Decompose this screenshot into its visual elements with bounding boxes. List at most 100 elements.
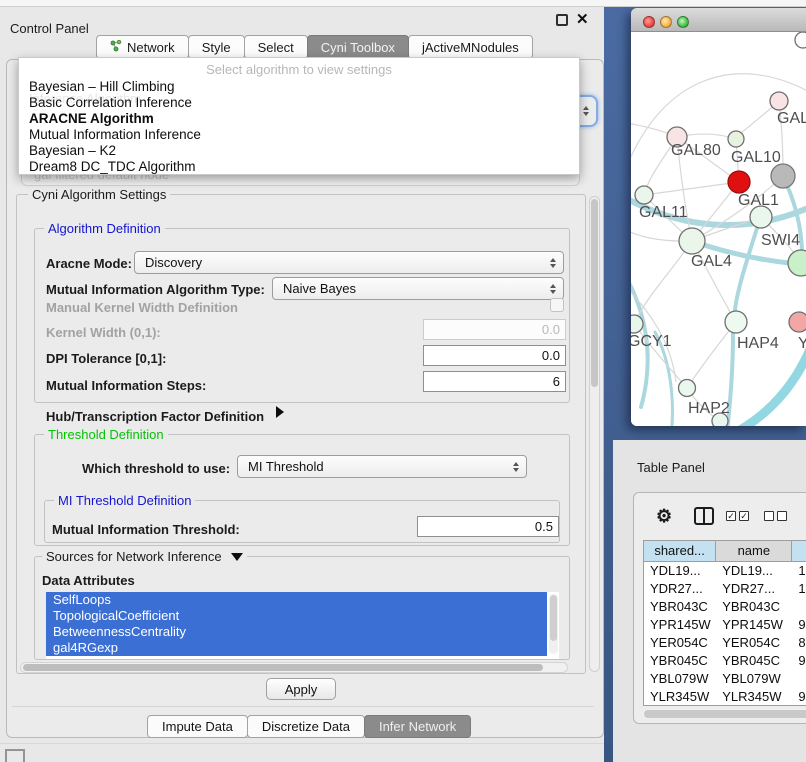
node-label-gal80: GAL80 [671, 142, 721, 160]
manual-kernel-label: Manual Kernel Width Definition [46, 300, 238, 315]
table-row[interactable]: YDL19...YDL19...13 [644, 562, 806, 580]
network-node[interactable] [795, 32, 806, 48]
scrollbar-thumb[interactable] [23, 664, 543, 671]
node-label-swi4: SWI4 [761, 232, 800, 250]
dpi-tolerance-input[interactable]: 0.0 [423, 345, 566, 366]
close-icon[interactable]: ✕ [576, 10, 589, 28]
list-item-topologicalcoefficient[interactable]: TopologicalCoefficient [46, 608, 547, 624]
zoom-traffic-light[interactable] [677, 16, 689, 28]
table-row[interactable]: YPR145WYPR145W9. [644, 616, 806, 634]
tab-infer-network[interactable]: Infer Network [364, 715, 471, 738]
float-panel-icon[interactable] [556, 14, 568, 26]
column-header-name[interactable]: name [716, 541, 792, 561]
mi-threshold-label: Mutual Information Threshold: [52, 522, 240, 537]
checked-checkbox-icon: ✓ [726, 511, 736, 521]
inference-algorithm-ghost-label: Inference Algorithm [29, 91, 141, 106]
settings-horizontal-scrollbar[interactable] [20, 662, 568, 673]
node-label-hap4: HAP4 [737, 335, 779, 353]
mi-type-combo[interactable]: Naive Bayes [272, 277, 564, 300]
manual-kernel-checkbox[interactable] [550, 298, 564, 312]
gear-icon[interactable]: ⚙ [656, 507, 672, 525]
list-scrollbar[interactable] [549, 594, 558, 654]
collapse-icon[interactable] [231, 553, 243, 561]
tab-cyni-toolbox[interactable]: Cyni Toolbox [307, 35, 409, 59]
tab-impute-data[interactable]: Impute Data [147, 715, 248, 738]
table-header-row: shared... name A [644, 541, 806, 562]
network-node-gal10[interactable] [728, 131, 744, 147]
apply-button[interactable]: Apply [266, 678, 336, 700]
dpi-tolerance-label: DPI Tolerance [0,1]: [46, 351, 166, 366]
network-node-hap4[interactable] [725, 311, 747, 333]
table-row[interactable]: YBR045CYBR045C9. [644, 652, 806, 670]
kernel-width-label: Kernel Width (0,1): [46, 325, 161, 340]
mi-steps-label: Mutual Information Steps: [46, 378, 206, 393]
network-node-gal11[interactable] [635, 186, 653, 204]
node-label-y-clipped: Y [798, 335, 806, 353]
algorithm-definition-title: Algorithm Definition [44, 221, 165, 236]
select-all-checkboxes-icon[interactable]: ✓ ✓ [726, 511, 749, 521]
table-row[interactable]: YBL079WYBL079W [644, 670, 806, 688]
table-subpanel: ⚙ ✓ ✓ shared... name A YDL19...YDL19...1… [633, 492, 806, 724]
network-window-titlebar[interactable] [631, 8, 806, 32]
unchecked-checkbox-icon [764, 511, 774, 521]
algorithm-dropdown-popup: Inference Algorithm Select algorithm to … [18, 57, 580, 175]
which-threshold-combo[interactable]: MI Threshold [237, 455, 527, 478]
control-panel-tabs: Network Style Select Cyni Toolbox jActiv… [96, 35, 532, 59]
network-node-gray[interactable] [771, 164, 795, 188]
list-item-betweennesscentrality[interactable]: BetweennessCentrality [46, 624, 547, 640]
deselect-all-checkboxes-icon[interactable] [764, 511, 787, 521]
tab-select[interactable]: Select [244, 35, 308, 59]
stepper-icon [513, 462, 519, 472]
settings-vertical-scrollbar[interactable] [589, 196, 600, 672]
kernel-width-input[interactable]: 0.0 [423, 319, 566, 340]
stepper-icon [550, 258, 556, 268]
scrollbar-thumb[interactable] [550, 595, 557, 641]
algo-option-dream8[interactable]: Dream8 DC_TDC Algorithm [19, 159, 579, 175]
algo-option-mutual-information[interactable]: Mutual Information Inference [19, 127, 579, 143]
column-layout-icon[interactable] [694, 507, 714, 525]
table-row[interactable]: YER054CYER054C8. [644, 634, 806, 652]
dock-panel-icon[interactable] [5, 749, 25, 762]
close-traffic-light[interactable] [643, 16, 655, 28]
tab-network[interactable]: Network [96, 35, 189, 59]
table-row[interactable]: YDR27...YDR27...12 [644, 580, 806, 598]
which-threshold-label: Which threshold to use: [82, 461, 230, 476]
expand-right-icon[interactable] [276, 406, 284, 418]
table-row[interactable]: YLR345WYLR345W9. [644, 688, 806, 706]
tab-jactivemnodules[interactable]: jActiveMNodules [408, 35, 533, 59]
sources-group-title: Sources for Network Inference [42, 549, 247, 564]
column-header-clipped[interactable]: A [792, 541, 806, 561]
network-node[interactable] [770, 92, 788, 110]
network-node-gal1-red[interactable] [728, 171, 750, 193]
mi-threshold-input[interactable]: 0.5 [417, 516, 559, 537]
algo-option-bayesian-k2[interactable]: Bayesian – K2 [19, 143, 579, 159]
tab-label: Network [127, 40, 175, 55]
panel-title: Control Panel [10, 21, 89, 36]
tab-style[interactable]: Style [188, 35, 245, 59]
network-node-gcy1[interactable] [631, 315, 643, 333]
list-item-selfloops[interactable]: SelfLoops [46, 592, 547, 608]
table-row[interactable]: YBR043CYBR043C [644, 598, 806, 616]
algo-option-aracne[interactable]: ARACNE Algorithm [19, 111, 579, 127]
network-node-green[interactable] [788, 250, 806, 276]
network-node-salmon[interactable] [789, 312, 806, 332]
table-horizontal-scrollbar[interactable] [643, 709, 806, 719]
network-view-window[interactable]: GAL80 GAL10 GAL1 GAL11 SWI4 GAL4 GCY1 HA… [631, 8, 806, 426]
aracne-mode-label: Aracne Mode: [46, 256, 132, 271]
column-header-shared[interactable]: shared... [644, 541, 716, 561]
tab-discretize-data[interactable]: Discretize Data [247, 715, 365, 738]
network-node-gal4[interactable] [679, 228, 705, 254]
network-icon [110, 40, 122, 55]
scrollbar-thumb[interactable] [644, 710, 806, 718]
list-item-gal4rgexp[interactable]: gal4RGexp [46, 640, 547, 656]
minimize-traffic-light[interactable] [660, 16, 672, 28]
hub-definition-label: Hub/Transcription Factor Definition [46, 409, 264, 424]
scrollbar-thumb[interactable] [591, 199, 598, 387]
node-label-hap2: HAP2 [688, 400, 730, 418]
network-canvas[interactable]: GAL80 GAL10 GAL1 GAL11 SWI4 GAL4 GCY1 HA… [631, 32, 806, 426]
unchecked-checkbox-icon [777, 511, 787, 521]
aracne-mode-combo[interactable]: Discovery [134, 251, 564, 274]
network-node-hap2[interactable] [679, 380, 696, 397]
mi-steps-input[interactable]: 6 [423, 371, 566, 392]
panel-divider [12, 706, 594, 707]
